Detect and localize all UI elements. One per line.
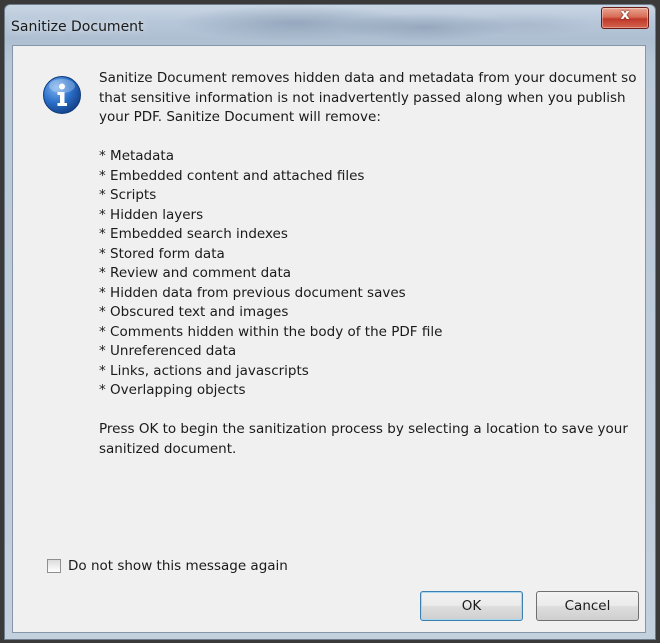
list-item: * Metadata [99, 148, 174, 164]
list-item: * Hidden data from previous document sav… [99, 284, 406, 301]
dont-show-again-row[interactable]: Do not show this message again [47, 556, 288, 576]
list-item: * Overlapping objects [99, 382, 246, 398]
list-item: * Obscured text and images [99, 304, 289, 320]
title-bar[interactable]: Sanitize Document x [5, 5, 655, 45]
list-item: * Comments hidden within the body of the… [99, 323, 443, 340]
message-text: Sanitize Document removes hidden data an… [99, 69, 639, 459]
list-item: * Unreferenced data [99, 343, 237, 359]
dialog-title: Sanitize Document [11, 19, 144, 35]
list-item: * Review and comment data [99, 265, 292, 281]
close-icon: x [620, 7, 630, 23]
dont-show-again-checkbox[interactable] [47, 559, 61, 573]
cancel-button[interactable]: Cancel [536, 591, 639, 621]
removal-list: * Metadata * Embedded content and attach… [99, 147, 639, 401]
intro-paragraph: Sanitize Document removes hidden data an… [99, 70, 637, 125]
dialog-body: Sanitize Document removes hidden data an… [12, 45, 646, 633]
list-item: * Links, actions and javascripts [99, 362, 309, 379]
close-button[interactable]: x [601, 7, 649, 29]
dont-show-again-label[interactable]: Do not show this message again [68, 558, 288, 574]
list-item: * Hidden layers [99, 206, 204, 223]
list-item: * Scripts [99, 187, 157, 203]
list-item: * Stored form data [99, 245, 225, 262]
outro-paragraph: Press OK to begin the sanitization proce… [99, 421, 628, 457]
ok-button[interactable]: OK [420, 591, 523, 621]
list-item: * Embedded content and attached files [99, 167, 365, 184]
info-icon [43, 76, 81, 114]
list-item: * Embedded search indexes [99, 226, 288, 242]
sanitize-document-dialog: Sanitize Document x Sanitize Document re… [4, 4, 656, 640]
